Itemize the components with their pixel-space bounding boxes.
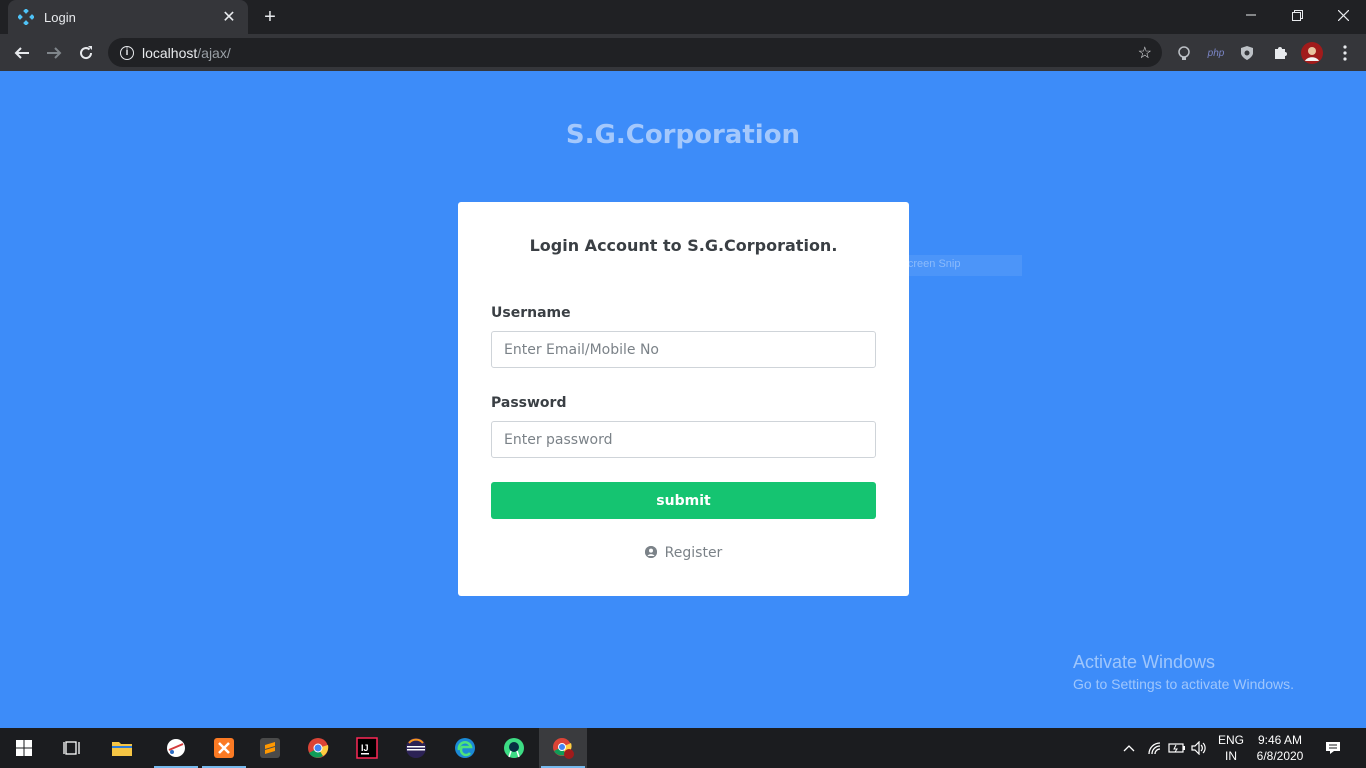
register-link[interactable]: Register xyxy=(458,545,909,561)
intellij-icon[interactable]: IJ xyxy=(343,728,391,768)
eclipse-icon[interactable] xyxy=(392,728,440,768)
forward-button[interactable] xyxy=(41,40,67,66)
watermark-line2: Go to Settings to activate Windows. xyxy=(1073,676,1294,692)
browser-tab-bar: Login ✕ + xyxy=(0,0,1366,34)
tab-title: Login xyxy=(44,9,76,25)
site-favicon-icon xyxy=(18,9,34,25)
network-wifi-icon[interactable] xyxy=(1144,728,1166,768)
chrome-active-icon[interactable] xyxy=(539,728,587,768)
username-field[interactable] xyxy=(491,331,876,368)
chrome-icon[interactable] xyxy=(294,728,342,768)
user-circle-icon xyxy=(644,546,657,558)
extension-lightbulb-icon[interactable] xyxy=(1172,41,1196,65)
profile-avatar[interactable] xyxy=(1300,41,1324,65)
watermark-line1: Activate Windows xyxy=(1073,652,1216,672)
taskbar-clock[interactable]: 9:46 AM 6/8/2020 xyxy=(1250,732,1310,764)
file-explorer-icon[interactable] xyxy=(98,728,146,768)
snipping-tool-icon[interactable] xyxy=(152,728,200,768)
lang-line2: IN xyxy=(1225,749,1237,763)
password-label: Password xyxy=(491,395,567,411)
address-bar[interactable]: i localhost/ajax/ ☆ xyxy=(108,38,1162,67)
close-window-button[interactable] xyxy=(1320,0,1366,30)
bookmark-star-icon[interactable]: ☆ xyxy=(1138,43,1152,63)
sublime-text-icon[interactable] xyxy=(246,728,294,768)
lang-line1: ENG xyxy=(1217,733,1244,747)
register-label: Register xyxy=(664,545,723,561)
volume-speaker-icon[interactable] xyxy=(1188,728,1210,768)
xampp-icon[interactable] xyxy=(200,728,248,768)
password-field[interactable] xyxy=(491,421,876,458)
android-studio-icon[interactable] xyxy=(490,728,538,768)
snip-tooltip: Full-screen Snip xyxy=(849,255,1022,276)
show-hidden-icons-chevron-up-icon[interactable] xyxy=(1120,728,1138,768)
edge-icon[interactable] xyxy=(441,728,489,768)
restore-button[interactable] xyxy=(1274,0,1320,30)
submit-button[interactable]: submit xyxy=(491,482,876,519)
url-host: localhost xyxy=(142,44,198,61)
notification-center-icon[interactable] xyxy=(1318,728,1348,768)
browser-toolbar: i localhost/ajax/ ☆ php xyxy=(0,34,1366,71)
browser-menu-icon[interactable] xyxy=(1333,41,1357,65)
svg-text:IJ: IJ xyxy=(361,743,369,753)
extensions-puzzle-icon[interactable] xyxy=(1268,41,1292,65)
battery-icon[interactable] xyxy=(1166,728,1188,768)
activate-windows-watermark: Activate Windows Go to Settings to activ… xyxy=(1073,652,1294,692)
tab-close-icon[interactable]: ✕ xyxy=(220,8,238,26)
tab-login[interactable]: Login ✕ xyxy=(8,0,248,34)
clock-time: 9:46 AM xyxy=(1257,733,1303,747)
url-path: /ajax/ xyxy=(197,44,231,61)
clock-date: 6/8/2020 xyxy=(1256,749,1304,763)
task-view-icon[interactable] xyxy=(48,728,96,768)
username-label: Username xyxy=(491,305,571,321)
site-info-icon[interactable]: i xyxy=(120,45,134,60)
extension-shield-icon[interactable] xyxy=(1235,41,1259,65)
card-title: Login Account to S.G.Corporation. xyxy=(529,236,838,255)
input-language-indicator[interactable]: ENG IN xyxy=(1215,732,1247,764)
back-button[interactable] xyxy=(9,40,35,66)
start-windows-icon[interactable] xyxy=(0,728,48,768)
extension-php-icon[interactable]: php xyxy=(1204,41,1228,65)
brand-title: S.G.Corporation xyxy=(565,120,801,150)
reload-button[interactable] xyxy=(73,40,99,66)
minimize-button[interactable] xyxy=(1228,0,1274,30)
login-card: Login Account to S.G.Corporation. Userna… xyxy=(458,202,909,596)
windows-taskbar: IJ ENG IN 9:46 AM 6/8/2020 xyxy=(0,728,1366,768)
new-tab-button[interactable]: + xyxy=(258,6,282,28)
